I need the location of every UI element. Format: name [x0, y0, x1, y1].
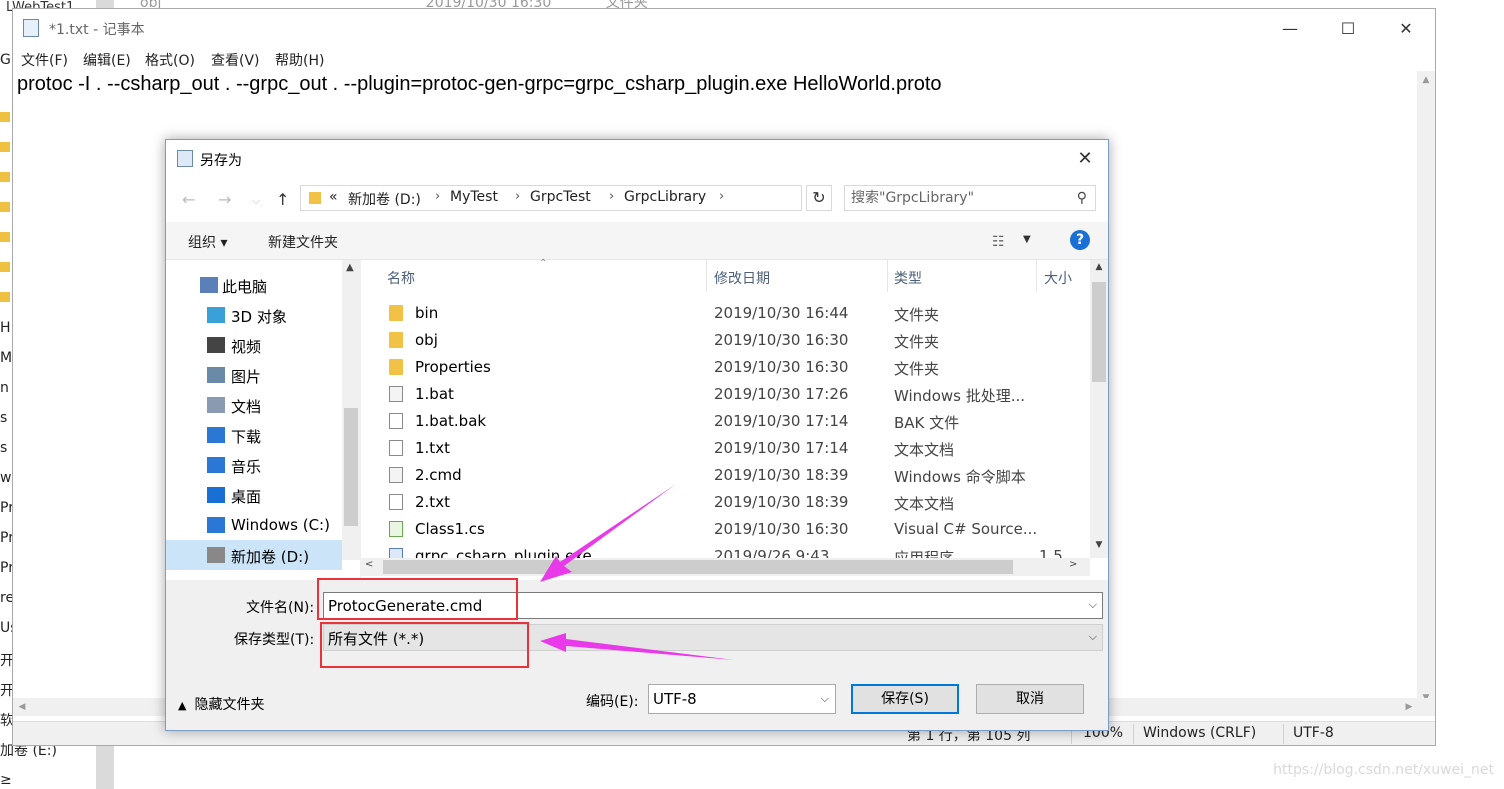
annotation-arrow-to-filetype [540, 633, 734, 660]
annotation-arrows [540, 484, 734, 660]
annotation-arrow-to-filename [540, 484, 676, 582]
watermark: https://blog.csdn.net/xuwei_net [1273, 762, 1494, 778]
